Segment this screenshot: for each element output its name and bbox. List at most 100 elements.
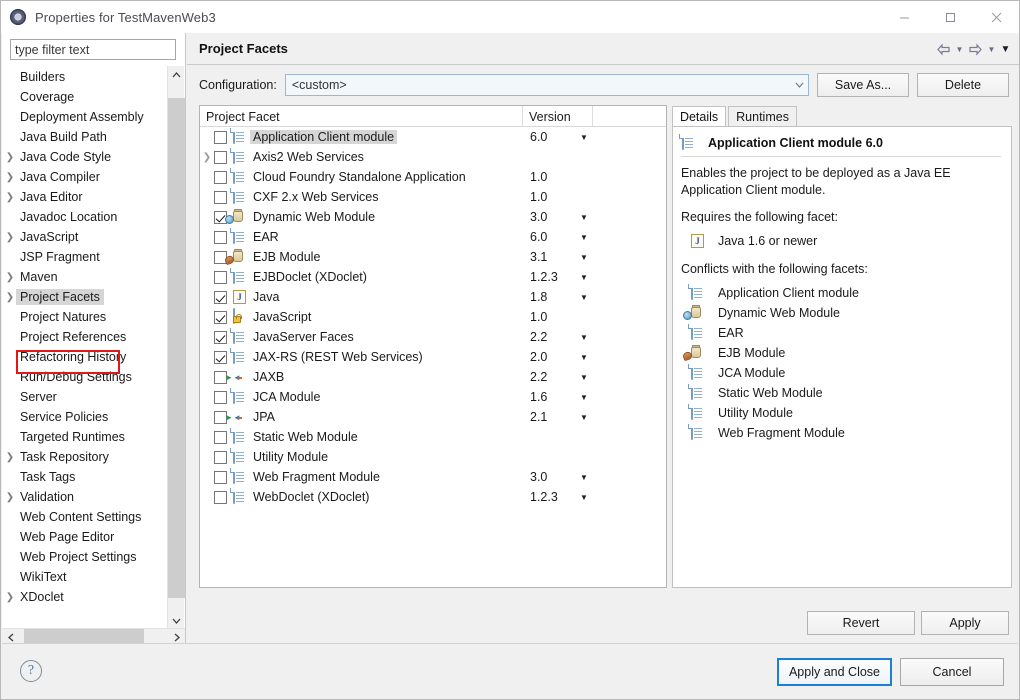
forward-menu-caret-down-icon[interactable]: ▼	[986, 45, 997, 54]
sidebar-item-task-repository[interactable]: ❯Task Repository	[2, 447, 164, 467]
forward-arrow-icon[interactable]	[968, 43, 983, 56]
facet-version[interactable]: 2.2	[530, 330, 547, 344]
version-caret-down-icon[interactable]: ▼	[580, 413, 588, 422]
sidebar-item-xdoclet[interactable]: ❯XDoclet	[2, 587, 164, 607]
facet-checkbox[interactable]	[214, 471, 227, 484]
column-header-project-facet[interactable]: Project Facet	[200, 106, 523, 127]
sidebar-item-task-tags[interactable]: Task Tags	[2, 467, 164, 487]
apply-button[interactable]: Apply	[921, 611, 1009, 635]
chevron-right-icon[interactable]: ❯	[4, 232, 16, 243]
chevron-right-icon[interactable]: ❯	[4, 272, 16, 283]
facet-checkbox[interactable]	[214, 191, 227, 204]
sidebar-item-run-debug-settings[interactable]: Run/Debug Settings	[2, 367, 164, 387]
tree-scrollbar-thumb[interactable]	[168, 98, 185, 598]
facet-version[interactable]: 1.2.3	[530, 490, 558, 504]
tab-runtimes[interactable]: Runtimes	[728, 106, 797, 126]
facet-row[interactable]: JavaScript1.0	[200, 307, 666, 327]
facet-version[interactable]: 1.0	[530, 190, 547, 204]
sidebar-item-jsp-fragment[interactable]: JSP Fragment	[2, 247, 164, 267]
version-caret-down-icon[interactable]: ▼	[580, 273, 588, 282]
revert-button[interactable]: Revert	[807, 611, 915, 635]
facet-checkbox[interactable]	[214, 491, 227, 504]
facet-version[interactable]: 3.1	[530, 250, 547, 264]
facet-version[interactable]: 1.0	[530, 170, 547, 184]
delete-button[interactable]: Delete	[917, 73, 1009, 97]
facet-version[interactable]: 2.2	[530, 370, 547, 384]
sidebar-item-project-references[interactable]: Project References	[2, 327, 164, 347]
chevron-right-icon[interactable]: ❯	[4, 192, 16, 203]
chevron-down-icon[interactable]	[168, 612, 185, 629]
version-caret-down-icon[interactable]: ▼	[580, 233, 588, 242]
facet-row[interactable]: Cloud Foundry Standalone Application1.0	[200, 167, 666, 187]
facet-row[interactable]: Web Fragment Module3.0▼	[200, 467, 666, 487]
cancel-button[interactable]: Cancel	[900, 658, 1004, 686]
sidebar-item-deployment-assembly[interactable]: Deployment Assembly	[2, 107, 164, 127]
facet-version[interactable]: 1.6	[530, 390, 547, 404]
facet-version[interactable]: 6.0	[530, 130, 547, 144]
facet-checkbox[interactable]	[214, 311, 227, 324]
facet-row[interactable]: Dynamic Web Module3.0▼	[200, 207, 666, 227]
facet-checkbox[interactable]	[214, 331, 227, 344]
sidebar-item-wikitext[interactable]: WikiText	[2, 567, 164, 587]
tree-vertical-scrollbar[interactable]	[167, 66, 184, 629]
facet-version[interactable]: 1.2.3	[530, 270, 558, 284]
save-as-button[interactable]: Save As...	[817, 73, 909, 97]
sidebar-item-maven[interactable]: ❯Maven	[2, 267, 164, 287]
facet-checkbox[interactable]	[214, 271, 227, 284]
version-caret-down-icon[interactable]: ▼	[580, 333, 588, 342]
facet-row[interactable]: EJBDoclet (XDoclet)1.2.3▼	[200, 267, 666, 287]
version-caret-down-icon[interactable]: ▼	[580, 133, 588, 142]
version-caret-down-icon[interactable]: ▼	[580, 493, 588, 502]
sidebar-item-targeted-runtimes[interactable]: Targeted Runtimes	[2, 427, 164, 447]
close-icon[interactable]	[973, 1, 1019, 33]
sidebar-item-javadoc-location[interactable]: Javadoc Location	[2, 207, 164, 227]
facet-row[interactable]: Static Web Module	[200, 427, 666, 447]
facet-checkbox[interactable]	[214, 291, 227, 304]
facet-row[interactable]: JCA Module1.6▼	[200, 387, 666, 407]
sidebar-item-web-project-settings[interactable]: Web Project Settings	[2, 547, 164, 567]
version-caret-down-icon[interactable]: ▼	[580, 353, 588, 362]
facet-version[interactable]: 1.0	[530, 310, 547, 324]
facet-version[interactable]: 3.0	[530, 470, 547, 484]
project-facets-table[interactable]: Project Facet Version Application Client…	[199, 105, 667, 588]
column-header-version[interactable]: Version	[523, 106, 593, 127]
configuration-combo[interactable]: <custom>	[285, 74, 809, 96]
chevron-right-icon[interactable]: ❯	[4, 452, 16, 463]
back-arrow-icon[interactable]	[936, 43, 951, 56]
chevron-right-icon[interactable]: ❯	[4, 292, 16, 303]
chevron-right-icon[interactable]: ❯	[200, 152, 214, 163]
chevron-right-icon[interactable]: ❯	[4, 492, 16, 503]
facet-row[interactable]: JAX-RS (REST Web Services)2.0▼	[200, 347, 666, 367]
facet-row[interactable]: Utility Module	[200, 447, 666, 467]
version-caret-down-icon[interactable]: ▼	[580, 473, 588, 482]
help-question-icon[interactable]: ?	[20, 660, 42, 682]
chevron-right-icon[interactable]: ❯	[4, 592, 16, 603]
facet-checkbox[interactable]	[214, 391, 227, 404]
filter-input[interactable]	[10, 39, 176, 60]
sidebar-item-project-natures[interactable]: Project Natures	[2, 307, 164, 327]
sidebar-item-web-content-settings[interactable]: Web Content Settings	[2, 507, 164, 527]
sidebar-item-validation[interactable]: ❯Validation	[2, 487, 164, 507]
chevron-down-icon[interactable]	[795, 75, 804, 95]
facet-row[interactable]: EJB Module3.1▼	[200, 247, 666, 267]
facet-version[interactable]: 3.0	[530, 210, 547, 224]
chevron-right-icon[interactable]: ❯	[4, 152, 16, 163]
back-menu-caret-down-icon[interactable]: ▼	[954, 45, 965, 54]
version-caret-down-icon[interactable]: ▼	[580, 253, 588, 262]
chevron-up-icon[interactable]	[168, 66, 185, 83]
minimize-icon[interactable]	[881, 1, 927, 33]
sidebar-item-java-editor[interactable]: ❯Java Editor	[2, 187, 164, 207]
sidebar-item-project-facets[interactable]: ❯Project Facets	[2, 287, 164, 307]
facet-checkbox[interactable]	[214, 131, 227, 144]
sidebar-item-service-policies[interactable]: Service Policies	[2, 407, 164, 427]
facet-row[interactable]: CXF 2.x Web Services1.0	[200, 187, 666, 207]
facet-row[interactable]: JavaServer Faces2.2▼	[200, 327, 666, 347]
apply-and-close-button[interactable]: Apply and Close	[777, 658, 892, 686]
facet-checkbox[interactable]	[214, 171, 227, 184]
sidebar-item-server[interactable]: Server	[2, 387, 164, 407]
sidebar-item-web-page-editor[interactable]: Web Page Editor	[2, 527, 164, 547]
sidebar-item-builders[interactable]: Builders	[2, 67, 164, 87]
version-caret-down-icon[interactable]: ▼	[580, 293, 588, 302]
version-caret-down-icon[interactable]: ▼	[580, 213, 588, 222]
chevron-right-icon[interactable]: ❯	[4, 172, 16, 183]
